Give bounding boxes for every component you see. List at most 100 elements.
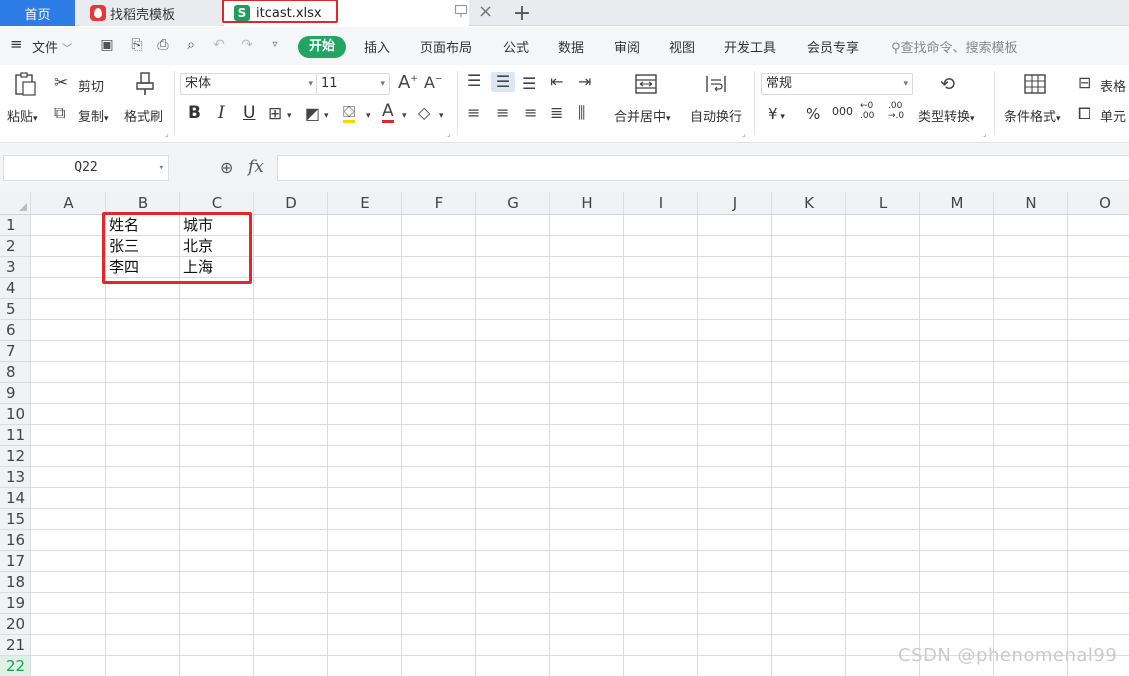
conditional-format-button[interactable]: 条件格式▾ — [1004, 106, 1061, 125]
align-right-icon[interactable]: ≡ — [524, 103, 537, 122]
menu-data[interactable]: 数据 — [558, 37, 584, 56]
row-header-1[interactable]: 1 — [0, 215, 31, 236]
fill-color-icon[interactable]: ⛋ — [343, 103, 356, 123]
format-painter-button[interactable]: 格式刷 — [124, 106, 163, 125]
font-name-select[interactable]: 宋体 ▾ — [180, 73, 318, 95]
pin-window-icon[interactable] — [454, 4, 468, 18]
dropdown-arrow-icon[interactable]: ▾ — [324, 111, 329, 121]
row-header-20[interactable]: 20 — [0, 614, 31, 635]
row-header-16[interactable]: 16 — [0, 530, 31, 551]
close-tab-icon[interactable]: × — [478, 1, 493, 22]
menu-developer[interactable]: 开发工具 — [724, 37, 776, 56]
row-header-10[interactable]: 10 — [0, 404, 31, 425]
hamburger-menu-icon[interactable]: ≡ — [10, 35, 23, 53]
redo-icon[interactable]: ↷ — [238, 36, 256, 54]
zoom-search-icon[interactable]: ⊕ — [220, 158, 233, 177]
justify-icon[interactable]: ≣ — [550, 103, 563, 122]
row-header-2[interactable]: 2 — [0, 236, 31, 257]
row-header-8[interactable]: 8 — [0, 362, 31, 383]
menu-review[interactable]: 审阅 — [614, 37, 640, 56]
export-pdf-icon[interactable]: ⎘ — [128, 36, 146, 54]
dropdown-arrow-icon[interactable]: ▾ — [366, 111, 371, 121]
formula-input[interactable] — [277, 155, 1129, 181]
row-header-17[interactable]: 17 — [0, 551, 31, 572]
percent-button[interactable]: % — [806, 105, 820, 123]
group-expand-icon[interactable]: ⌟ — [447, 129, 451, 138]
row-header-14[interactable]: 14 — [0, 488, 31, 509]
column-header-k[interactable]: K — [772, 192, 846, 215]
thousands-separator-button[interactable]: 000 — [832, 105, 853, 118]
decrease-decimal-button[interactable]: .00 →.0 — [888, 101, 904, 121]
row-header-12[interactable]: 12 — [0, 446, 31, 467]
italic-button[interactable]: I — [218, 103, 225, 123]
cell-button[interactable]: 单元 — [1100, 106, 1126, 125]
row-header-5[interactable]: 5 — [0, 299, 31, 320]
increase-decimal-button[interactable]: ←0.00 — [860, 101, 874, 121]
menu-start[interactable]: 开始 — [298, 36, 346, 58]
wrap-text-button[interactable]: 自动换行 — [690, 106, 742, 125]
new-tab-button[interactable]: + — [512, 0, 532, 26]
dropdown-arrow-icon[interactable]: ▾ — [439, 111, 444, 121]
table-style-button[interactable]: 表格 — [1100, 76, 1126, 95]
row-header-18[interactable]: 18 — [0, 572, 31, 593]
menu-view[interactable]: 视图 — [669, 37, 695, 56]
distributed-align-icon[interactable]: ⫼ — [578, 103, 585, 123]
row-header-3[interactable]: 3 — [0, 257, 31, 278]
column-header-h[interactable]: H — [550, 192, 624, 215]
bold-button[interactable]: B — [188, 103, 201, 123]
dropdown-arrow-icon[interactable]: ▾ — [402, 111, 407, 121]
row-header-21[interactable]: 21 — [0, 635, 31, 656]
align-middle-icon[interactable]: ☰ — [491, 72, 515, 92]
border-icon[interactable]: ⊞ — [268, 104, 282, 124]
cell-style-icon[interactable]: ◩ — [305, 104, 320, 123]
paste-button[interactable]: 粘贴▾ — [7, 106, 38, 125]
row-header-4[interactable]: 4 — [0, 278, 31, 299]
row-header-19[interactable]: 19 — [0, 593, 31, 614]
tab-template[interactable]: 找稻壳模板 — [80, 0, 220, 26]
increase-indent-icon[interactable]: ⇥ — [578, 72, 591, 91]
font-size-select[interactable]: 11 ▾ — [316, 73, 390, 95]
menu-member[interactable]: 会员专享 — [807, 37, 859, 56]
align-bottom-icon[interactable]: ☰ — [522, 74, 536, 93]
row-header-11[interactable]: 11 — [0, 425, 31, 446]
merge-center-button[interactable]: 合并居中▾ — [614, 106, 671, 125]
print-icon[interactable]: ⎙ — [154, 36, 172, 54]
quick-access-dropdown-icon[interactable]: ▿ — [266, 36, 284, 54]
tab-home[interactable]: 首页 — [0, 0, 75, 26]
row-header-22[interactable]: 22 — [0, 656, 31, 676]
insert-function-button[interactable]: fx — [248, 157, 264, 177]
font-color-icon[interactable]: A — [382, 102, 394, 123]
column-header-d[interactable]: D — [254, 192, 328, 215]
print-preview-icon[interactable]: ⌕ — [182, 36, 200, 54]
row-header-15[interactable]: 15 — [0, 509, 31, 530]
column-header-g[interactable]: G — [476, 192, 550, 215]
column-header-a[interactable]: A — [31, 192, 106, 215]
copy-button[interactable]: 复制▾ — [78, 106, 109, 125]
undo-icon[interactable]: ↶ — [210, 36, 228, 54]
row-header-9[interactable]: 9 — [0, 383, 31, 404]
column-header-n[interactable]: N — [994, 192, 1068, 215]
column-header-o[interactable]: O — [1068, 192, 1129, 215]
paste-icon[interactable] — [12, 71, 38, 97]
align-left-icon[interactable]: ≡ — [467, 103, 480, 122]
clear-format-icon[interactable]: ◇ — [418, 103, 430, 122]
row-header-13[interactable]: 13 — [0, 467, 31, 488]
menu-insert[interactable]: 插入 — [364, 37, 390, 56]
menu-page-layout[interactable]: 页面布局 — [420, 37, 472, 56]
column-header-i[interactable]: I — [624, 192, 698, 215]
increase-font-icon[interactable]: A+ — [398, 72, 418, 93]
column-header-e[interactable]: E — [328, 192, 402, 215]
column-header-f[interactable]: F — [402, 192, 476, 215]
group-expand-icon[interactable]: ⌟ — [165, 129, 169, 138]
currency-button[interactable]: ¥ ▾ — [768, 105, 785, 123]
group-expand-icon[interactable]: ⌟ — [742, 129, 746, 138]
decrease-font-icon[interactable]: A− — [424, 73, 443, 92]
underline-button[interactable]: U — [243, 103, 255, 123]
column-header-j[interactable]: J — [698, 192, 772, 215]
save-icon[interactable]: ▣ — [98, 36, 116, 54]
number-format-select[interactable]: 常规 ▾ — [761, 73, 913, 95]
dropdown-arrow-icon[interactable]: ▾ — [287, 111, 292, 121]
tab-file[interactable]: S itcast.xlsx × — [222, 0, 493, 26]
cut-button[interactable]: 剪切 — [78, 76, 104, 95]
align-center-icon[interactable]: ≡ — [496, 103, 509, 122]
